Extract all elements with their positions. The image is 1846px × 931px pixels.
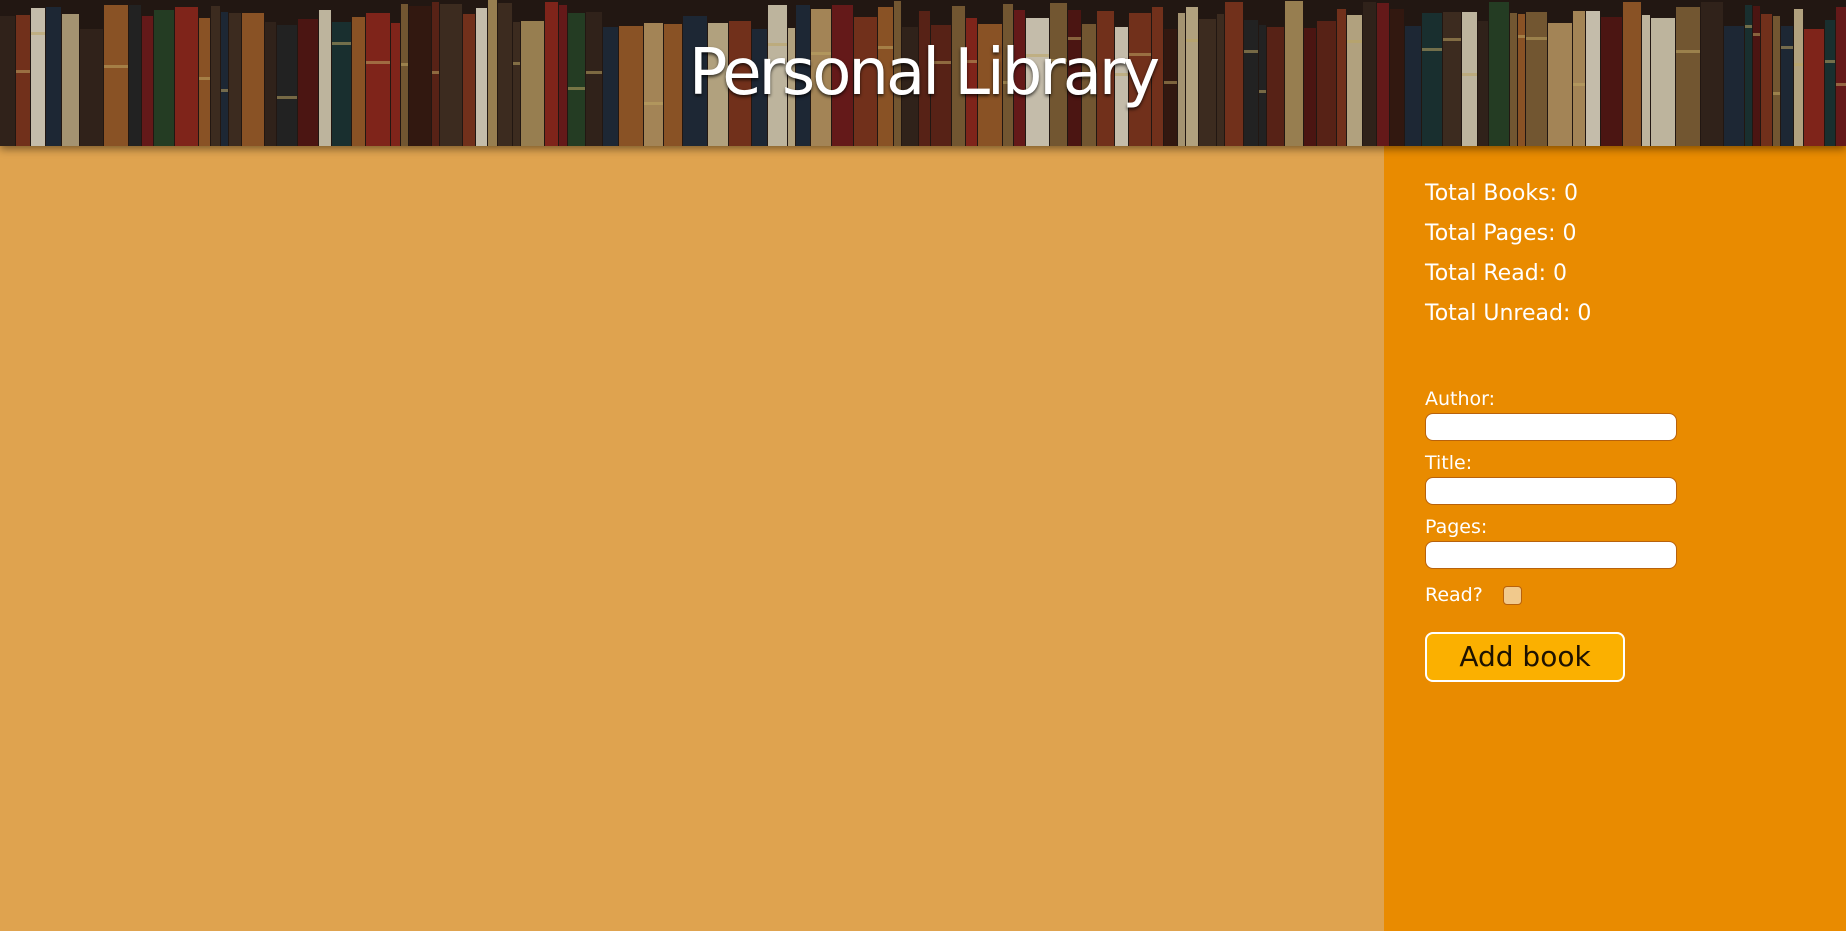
total-pages-stat: Total Pages: 0: [1425, 221, 1577, 246]
read-row: Read?: [1425, 580, 1685, 610]
pages-input[interactable]: [1425, 541, 1677, 569]
library-stats: Total Books: 0 Total Pages: 0 Total Read…: [1425, 174, 1591, 334]
total-books-stat: Total Books: 0: [1425, 181, 1578, 206]
pages-label: Pages:: [1425, 516, 1488, 538]
author-input[interactable]: [1425, 413, 1677, 441]
total-unread-stat: Total Unread: 0: [1425, 301, 1592, 326]
page-header: Personal Library: [0, 0, 1846, 146]
page-title: Personal Library: [688, 36, 1160, 110]
read-checkbox[interactable]: [1502, 585, 1522, 605]
title-label: Title:: [1425, 452, 1473, 474]
books-display-area: [0, 146, 1384, 931]
author-label: Author:: [1425, 388, 1496, 410]
sidebar: Total Books: 0 Total Pages: 0 Total Read…: [1384, 146, 1846, 931]
title-input[interactable]: [1425, 477, 1677, 505]
total-read-stat: Total Read: 0: [1425, 261, 1568, 286]
add-book-button[interactable]: Add book: [1425, 632, 1625, 682]
add-book-form: Author: Title: Pages: Read? Add book: [1425, 388, 1685, 682]
read-label: Read?: [1425, 584, 1483, 606]
